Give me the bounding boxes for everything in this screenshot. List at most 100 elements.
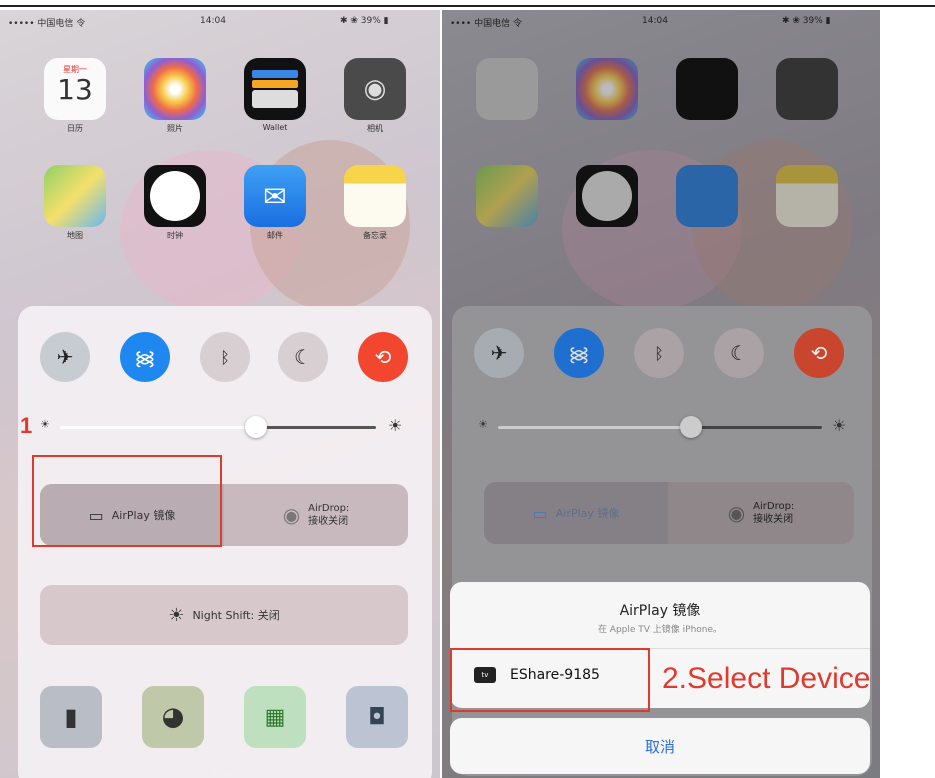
clock-icon [144,165,206,227]
app-maps[interactable] [474,165,540,227]
camera-icon [776,58,838,120]
airdrop-label-line2: 接收关闭 [753,514,794,525]
app-label: 邮件 [267,231,283,240]
notes-icon [776,165,838,227]
cancel-button[interactable]: 取消 [450,718,870,774]
status-time: 14:04 [200,16,226,26]
brightness-low-icon: ☀ [40,418,50,431]
status-time: 14:04 [642,16,668,26]
airdrop-label-line2: 接收关闭 [308,516,349,527]
app-label: 日历 [67,124,83,133]
maps-icon [476,165,538,227]
airdrop-button[interactable]: ◉ AirDrop: 接收关闭 [668,482,854,544]
app-clock[interactable]: 时钟 [142,165,208,241]
night-shift-button[interactable]: ☀ Night Shift: 关闭 [40,585,408,645]
camera-icon: ◘ [368,704,386,730]
app-photos[interactable] [574,58,640,120]
brightness-track-empty [694,426,822,429]
moon-icon: ☾ [294,345,312,369]
rotation-lock-toggle[interactable]: ⟲ [794,328,844,378]
mail-icon: ✉ [244,165,306,227]
timer-button[interactable]: ◕ [142,686,204,748]
airdrop-label-line1: AirDrop: [308,503,350,514]
device-highlight-box [450,648,650,712]
app-wallet[interactable] [674,58,740,120]
wallet-icon [676,58,738,120]
page-dots: ● ● [205,765,235,774]
brightness-high-icon: ☀ [832,416,847,435]
app-label: 备忘录 [363,231,387,240]
bluetooth-toggle[interactable]: ᛒ [634,328,684,378]
brightness-slider[interactable] [680,416,702,438]
rotation-lock-toggle[interactable]: ⟲ [358,332,408,382]
photos-icon [576,58,638,120]
wifi-icon: ᯼ [568,341,590,366]
calendar-icon: 星期一 13 [44,58,106,120]
moon-icon: ☾ [730,341,748,365]
step-1-label: 1 [20,413,33,438]
wallet-icon [244,58,306,120]
app-camera[interactable] [774,58,840,120]
wifi-toggle[interactable]: ᯼ [554,328,604,378]
brightness-high-icon: ☀ [388,416,403,435]
carrier-signal: •••• 中国电信 令 [450,19,522,29]
photos-icon [144,58,206,120]
brightness-slider[interactable] [245,416,267,438]
airdrop-label: AirDrop: 接收关闭 [753,500,794,526]
notes-icon [344,165,406,227]
carrier-signal: ••••• 中国电信 令 [8,19,86,29]
status-bar: ••••• 中国电信 令 14:04 ✱ ❀ 39% ▮ [0,10,440,32]
airplay-icon: ▭ [532,503,548,523]
flashlight-icon: ▮ [64,703,78,731]
app-label: Wallet [262,123,288,132]
airplane-icon: ✈ [56,345,74,369]
app-notes[interactable] [774,165,840,227]
wifi-icon: ᯼ [134,345,156,370]
camera-icon: ◉ [344,58,406,120]
bluetooth-toggle[interactable]: ᛒ [200,332,250,382]
sheet-title: AirPlay 镜像 [619,603,701,619]
brightness-track-empty [258,426,376,429]
mail-icon [676,165,738,227]
airplane-mode-toggle[interactable]: ✈ [474,328,524,378]
app-camera[interactable]: ◉ 相机 [342,58,408,134]
app-mail[interactable] [674,165,740,227]
night-shift-label: Night Shift: 关闭 [192,609,280,622]
app-wallet[interactable]: Wallet [242,58,308,132]
app-label: 相机 [367,124,383,133]
brightness-track-filled [60,426,258,429]
camera-button[interactable]: ◘ [346,686,408,748]
app-notes[interactable]: 备忘录 [342,165,408,241]
app-label: 照片 [167,124,183,133]
airplane-mode-toggle[interactable]: ✈ [40,332,90,382]
calendar-icon [476,58,538,120]
battery-indicator: ✱ ❀ 39% ▮ [782,16,831,26]
wifi-toggle[interactable]: ᯼ [120,332,170,382]
airdrop-label-line1: AirDrop: [753,501,795,512]
app-clock[interactable] [574,165,640,227]
app-photos[interactable]: 照片 [142,58,208,134]
app-calendar[interactable]: 星期一 13 日历 [42,58,108,134]
airdrop-icon: ◉ [282,503,301,527]
airdrop-icon: ◉ [727,501,746,525]
sheet-subtitle: 在 Apple TV 上镜像 iPhone。 [597,625,723,635]
app-calendar[interactable] [474,58,540,120]
flashlight-button[interactable]: ▮ [40,686,102,748]
bluetooth-icon: ᛒ [220,347,230,367]
status-bar: •••• 中国电信 令 14:04 ✱ ❀ 39% ▮ [442,10,880,32]
app-label: 时钟 [167,231,183,240]
airdrop-button[interactable]: ◉ AirDrop: 接收关闭 [224,484,408,546]
do-not-disturb-toggle[interactable]: ☾ [714,328,764,378]
app-mail[interactable]: ✉ 邮件 [242,165,308,241]
calculator-icon: ▦ [264,704,286,730]
airdrop-label: AirDrop: 接收关闭 [308,502,349,528]
step-2-label: 2.Select Device [662,662,871,695]
do-not-disturb-toggle[interactable]: ☾ [278,332,328,382]
calculator-button[interactable]: ▦ [244,686,306,748]
maps-icon [44,165,106,227]
timer-icon: ◕ [161,702,185,732]
airplane-icon: ✈ [490,341,508,365]
airplay-mirroring-button[interactable]: ▭ AirPlay 镜像 [484,482,668,544]
app-maps[interactable]: 地图 [42,165,108,241]
rotation-lock-icon: ⟲ [810,341,828,365]
